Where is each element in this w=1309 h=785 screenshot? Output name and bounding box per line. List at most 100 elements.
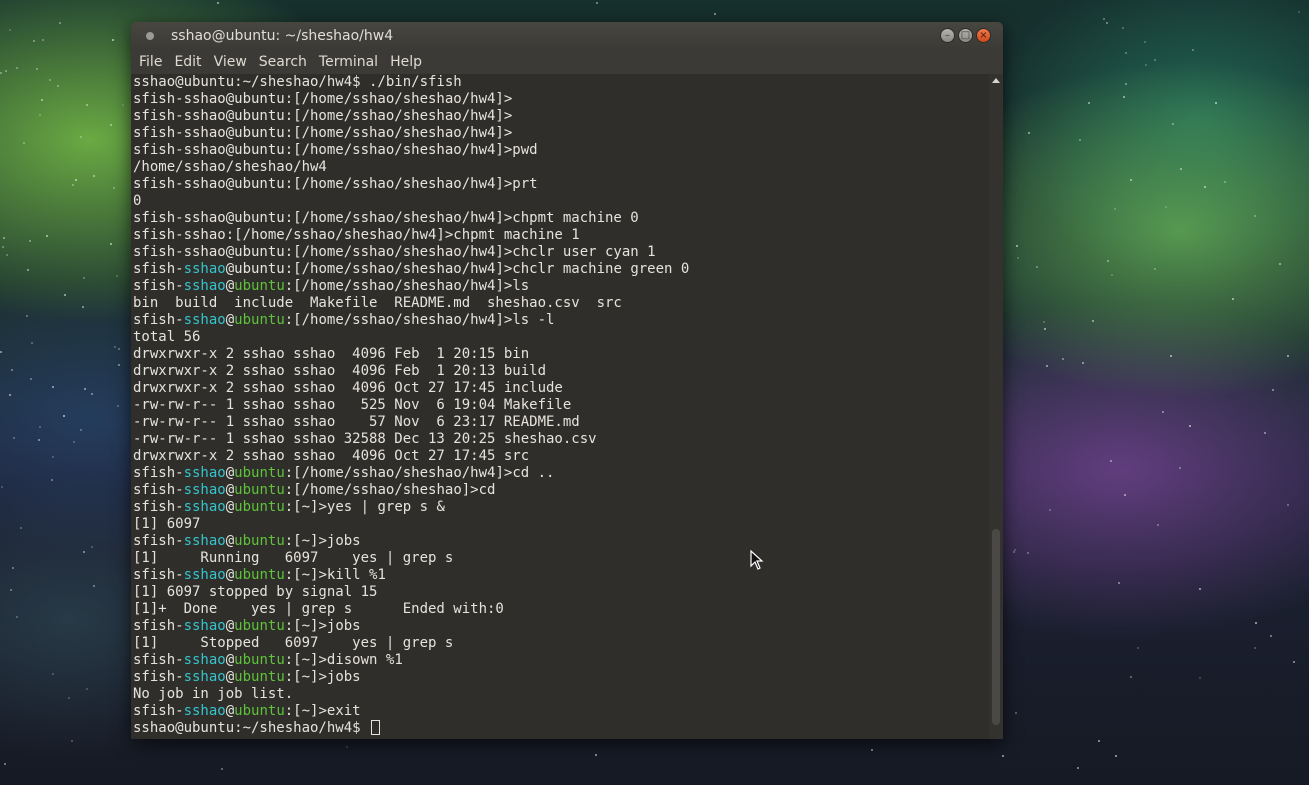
star-dot (1137, 647, 1139, 649)
terminal-line: sfish-sshao@ubuntu:[~]>yes | grep s & (133, 499, 989, 516)
star-dot (93, 585, 95, 587)
star-dot (1016, 245, 1018, 247)
terminal-text-segment: @ (225, 567, 235, 583)
terminal-line: sshao@ubuntu:~/sheshao/hw4$ (133, 720, 989, 737)
star-dot (117, 405, 119, 407)
title-bar[interactable]: sshao@ubuntu: ~/sheshao/hw4 – □ × (131, 22, 1003, 51)
star-dot (80, 136, 82, 138)
star-dot (23, 142, 25, 144)
star-dot (1079, 139, 1081, 141)
star-dot (9, 29, 11, 31)
scrollbar-thumb[interactable] (992, 529, 1000, 725)
star-dot (1114, 208, 1116, 210)
terminal-text-segment: @ (225, 465, 235, 481)
star-dot (0, 351, 2, 353)
menu-file[interactable]: File (133, 54, 168, 70)
star-dot (80, 429, 82, 431)
terminal-line: sfish-sshao@ubuntu:[/home/sshao/sheshao/… (133, 91, 989, 108)
terminal-line: sfish-sshao@ubuntu:[~]>jobs (133, 669, 989, 686)
star-dot (221, 768, 223, 770)
star-dot (82, 306, 84, 308)
terminal-line: 0 (133, 193, 989, 210)
terminal-text-segment: @ (225, 533, 235, 549)
star-dot (1270, 635, 1272, 637)
terminal-text-segment: sfish- (133, 567, 184, 583)
star-dot (63, 415, 65, 417)
star-dot (1027, 552, 1029, 554)
scrollbar[interactable] (989, 74, 1003, 739)
terminal-output[interactable]: sshao@ubuntu:~/sheshao/hw4$ ./bin/sfish s… (131, 74, 989, 739)
star-dot (1017, 257, 1019, 259)
star-dot (26, 315, 28, 317)
menu-edit[interactable]: Edit (168, 54, 207, 70)
star-dot (1170, 355, 1172, 357)
terminal-text-segment: ubuntu (234, 533, 285, 549)
terminal-text-segment: sshao (183, 567, 226, 583)
menu-view[interactable]: View (208, 54, 253, 70)
star-dot (86, 104, 88, 106)
terminal-text-segment: ubuntu (234, 703, 285, 719)
terminal-line: drwxrwxr-x 2 sshao sshao 4096 Feb 1 20:1… (133, 363, 989, 380)
terminal-text-segment: ubuntu (234, 465, 285, 481)
terminal-line: sfish-sshao:[/home/sshao/sheshao/hw4]>ch… (133, 227, 989, 244)
star-dot (1192, 49, 1194, 51)
menu-help[interactable]: Help (384, 54, 428, 70)
star-dot (1118, 582, 1120, 584)
menu-terminal[interactable]: Terminal (313, 54, 384, 70)
star-dot (46, 235, 48, 237)
terminal-text-segment: @ (225, 499, 235, 515)
star-dot (52, 673, 54, 675)
star-dot (83, 277, 85, 279)
terminal-text-segment: No job in job list. (133, 686, 294, 702)
terminal-text-segment: [1] Stopped 6097 yes | grep s (133, 635, 454, 651)
scroll-up-arrow-icon[interactable] (992, 78, 1000, 83)
terminal-text-segment: :[~]>jobs (284, 618, 361, 634)
star-dot (84, 388, 86, 390)
star-dot (1015, 712, 1017, 714)
terminal-text-segment: :[~]>disown %1 (284, 652, 403, 668)
star-dot (1046, 365, 1048, 367)
maximize-button[interactable]: □ (958, 28, 973, 43)
terminal-dot-icon (146, 32, 154, 40)
star-dot (1130, 676, 1132, 678)
star-dot (33, 40, 35, 42)
terminal-text-segment: sshao (183, 465, 226, 481)
terminal-line: sfish-sshao@ubuntu:[/home/sshao/sheshao/… (133, 108, 989, 125)
star-dot (1154, 268, 1156, 270)
terminal-text-segment: sshao@ubuntu:~/sheshao/hw4$ (133, 720, 370, 736)
terminal-line: sfish-sshao@ubuntu:[~]>jobs (133, 533, 989, 550)
terminal-text-segment: :[/home/sshao/sheshao/hw4]>ls -l (284, 312, 555, 328)
terminal-text-segment: sfish-sshao@ubuntu:[/home/sshao/sheshao/… (133, 91, 513, 107)
minimize-button[interactable]: – (940, 28, 955, 43)
star-dot (11, 369, 13, 371)
terminal-text-segment: sfish-sshao@ubuntu:[/home/sshao/sheshao/… (133, 108, 513, 124)
terminal-text-segment: bin build include Makefile README.md she… (133, 295, 622, 311)
terminal-text-segment: ubuntu (234, 482, 285, 498)
terminal-text-segment: sfish-sshao@ubuntu:[/home/sshao/sheshao/… (133, 244, 656, 260)
terminal-window[interactable]: sshao@ubuntu: ~/sheshao/hw4 – □ × File E… (131, 22, 1003, 739)
star-dot (10, 589, 12, 591)
terminal-text-segment: sshao (183, 482, 226, 498)
terminal-line: bin build include Makefile README.md she… (133, 295, 989, 312)
terminal-line: total 56 (133, 329, 989, 346)
star-dot (52, 456, 54, 458)
star-dot (1044, 328, 1046, 330)
terminal-line: sfish-sshao@ubuntu:[/home/sshao/sheshao/… (133, 210, 989, 227)
close-button[interactable]: × (976, 28, 991, 43)
star-dot (91, 393, 93, 395)
star-dot (596, 2, 598, 4)
menu-search[interactable]: Search (253, 54, 313, 70)
star-dot (346, 746, 348, 748)
terminal-line: sfish-sshao@ubuntu:[/home/sshao/sheshao/… (133, 312, 989, 329)
terminal-text-segment: sfish- (133, 618, 184, 634)
star-dot (871, 749, 873, 751)
terminal-text-segment: sshao (183, 669, 226, 685)
star-dot (1255, 622, 1257, 624)
terminal-text-segment: sfish- (133, 703, 184, 719)
terminal-text-segment: sshao (183, 499, 226, 515)
terminal-text-segment: drwxrwxr-x 2 sshao sshao 4096 Feb 1 20:1… (133, 346, 530, 362)
star-dot (1279, 263, 1281, 265)
terminal-line: sfish-sshao@ubuntu:[/home/sshao/sheshao/… (133, 278, 989, 295)
star-dot (1013, 551, 1015, 553)
terminal-text-segment: :[/home/sshao/sheshao]>cd (284, 482, 496, 498)
